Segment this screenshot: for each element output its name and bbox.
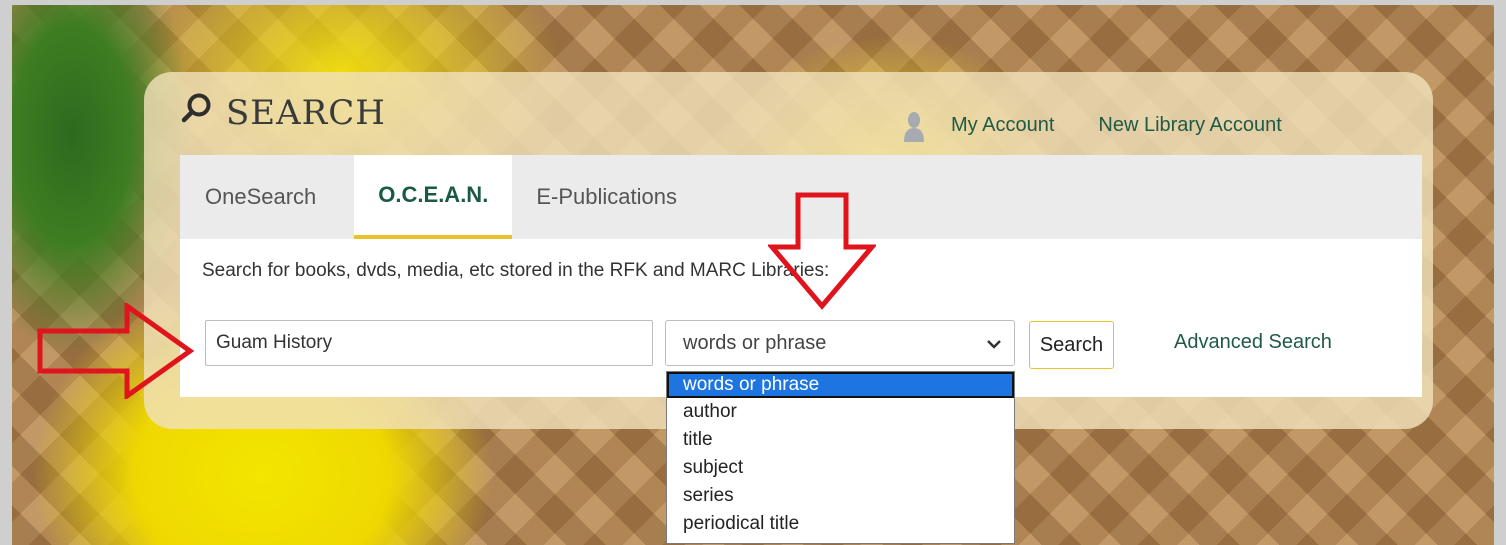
dropdown-option[interactable]: author (667, 398, 1014, 426)
advanced-search-link[interactable]: Advanced Search (1174, 331, 1332, 354)
dropdown-option[interactable]: series (667, 482, 1014, 510)
new-library-account-link[interactable]: New Library Account (1098, 114, 1281, 137)
search-input[interactable] (205, 320, 653, 366)
my-account-link[interactable]: My Account (951, 114, 1054, 137)
tab-ocean[interactable]: O.C.E.A.N. (354, 155, 513, 239)
search-type-dropdown: words or phrase author title subject ser… (666, 371, 1015, 544)
dropdown-option[interactable]: periodical title (667, 510, 1014, 538)
tab-onesearch[interactable]: OneSearch (180, 155, 354, 239)
account-links: My Account New Library Account (903, 108, 1282, 142)
page-title: SEARCH (226, 92, 386, 133)
search-description: Search for books, dvds, media, etc store… (202, 260, 830, 281)
dropdown-option[interactable]: subject (667, 454, 1014, 482)
search-type-select[interactable]: words or phrase (665, 320, 1015, 366)
red-arrow-down (768, 192, 876, 310)
chevron-down-icon (986, 332, 1002, 355)
select-value: words or phrase (683, 331, 827, 354)
search-heading: SEARCH (180, 91, 386, 134)
search-button[interactable]: Search (1029, 321, 1114, 369)
tab-e-publications[interactable]: E-Publications (512, 155, 701, 239)
dropdown-option[interactable]: title (667, 426, 1014, 454)
red-arrow-right (37, 303, 195, 399)
user-icon (903, 108, 925, 142)
search-icon (180, 91, 214, 134)
dropdown-option[interactable]: words or phrase (667, 372, 1014, 398)
